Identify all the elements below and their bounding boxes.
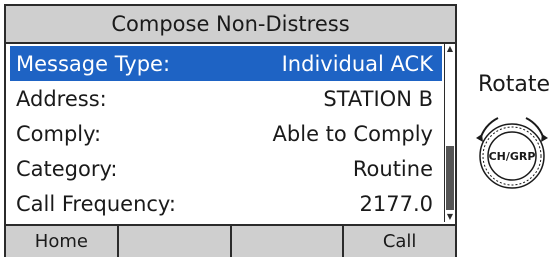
row-value: Routine [352,156,433,181]
scroll-up-icon: ▲ [446,44,454,53]
ch-grp-knob[interactable]: CH/GRP [470,108,554,192]
row-label: Call Frequency: [16,191,176,216]
row-comply[interactable]: Comply: Able to Comply [10,116,442,151]
softkey-home[interactable]: Home [6,226,119,257]
softkey-2[interactable] [119,226,232,257]
row-category[interactable]: Category: Routine [10,151,442,186]
rotate-label: Rotate [478,72,551,97]
scroll-thumb[interactable] [446,146,454,210]
radio-display: Compose Non-Distress Message Type: Indiv… [4,4,457,257]
row-value: Individual ACK [281,51,433,76]
row-address[interactable]: Address: STATION B [10,81,442,116]
row-value: STATION B [323,86,433,111]
row-call-frequency[interactable]: Call Frequency: 2177.0 [10,186,442,221]
row-label: Category: [16,156,118,181]
row-value: Able to Comply [272,121,433,146]
row-label: Message Type: [16,51,171,76]
settings-list: Message Type: Individual ACK Address: ST… [10,46,442,222]
softkey-bar: Home Call [6,224,455,257]
softkey-call[interactable]: Call [344,226,455,257]
row-label: Address: [16,86,107,111]
row-label: Comply: [16,121,102,146]
knob-button-label: CH/GRP [489,150,536,163]
softkey-3[interactable] [232,226,345,257]
scrollbar[interactable]: ▲ ▼ [444,44,455,222]
scroll-down-icon: ▼ [446,212,454,221]
row-message-type[interactable]: Message Type: Individual ACK [10,46,442,81]
row-value: 2177.0 [359,191,433,216]
screen-title: Compose Non-Distress [6,6,455,44]
